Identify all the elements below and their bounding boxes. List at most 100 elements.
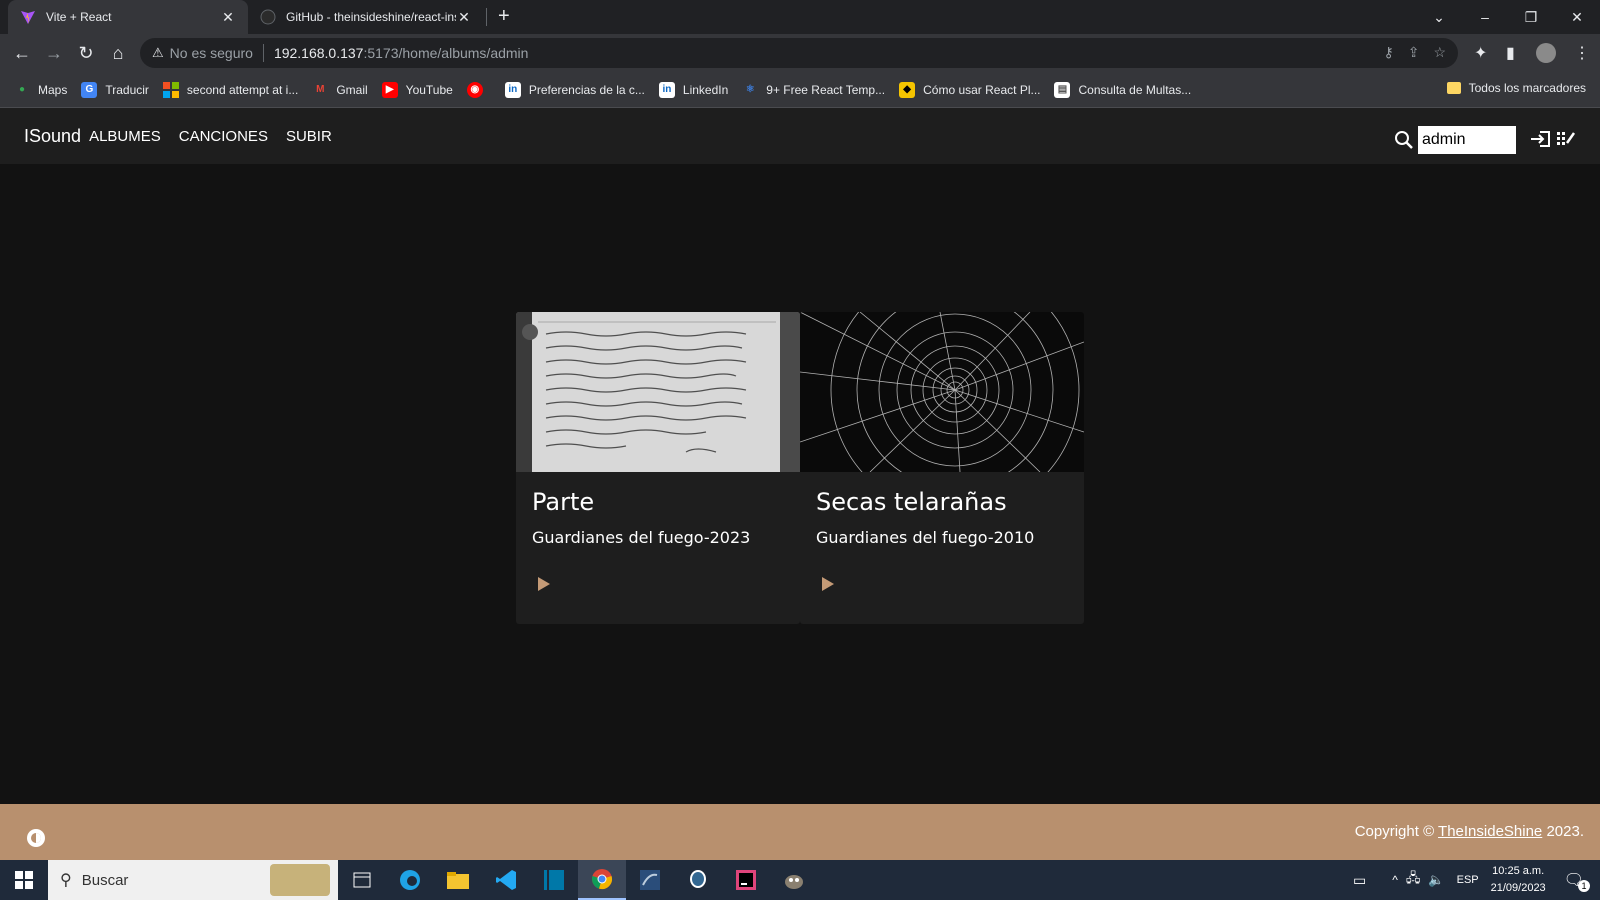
nav-canciones[interactable]: CANCIONES (179, 128, 268, 145)
language-indicator[interactable]: ESP (1457, 874, 1479, 886)
brand-logo[interactable]: ISound (24, 126, 81, 147)
copyright-prefix: Copyright © (1354, 823, 1439, 840)
all-bookmarks[interactable]: Todos los marcadores (1446, 81, 1586, 95)
keyboard-layout-icon[interactable]: ▭ (1353, 872, 1366, 889)
home-icon[interactable]: ⌂ (104, 39, 132, 67)
all-bookmarks-label: Todos los marcadores (1468, 81, 1586, 95)
address-bar[interactable]: ⚠ No es seguro 192.168.0.137:5173/home/a… (140, 38, 1458, 68)
bookmark-react-templates[interactable]: ⚛ 9+ Free React Temp... (742, 82, 885, 98)
folder-icon (1446, 82, 1461, 94)
cat-icon: ◆ (899, 81, 916, 98)
mysql-workbench-icon[interactable] (626, 860, 674, 900)
vscode-icon[interactable] (482, 860, 530, 900)
search-box (1394, 126, 1516, 154)
file-explorer-icon[interactable] (434, 860, 482, 900)
app-navbar: ISound ALBUMES CANCIONES SUBIR (0, 108, 1600, 164)
tab-search-icon[interactable]: ⌄ (1416, 0, 1462, 34)
terminal-icon[interactable] (530, 860, 578, 900)
close-tab-icon[interactable]: ✕ (220, 9, 236, 26)
restore-icon[interactable]: ❐ (1508, 0, 1554, 34)
edge-icon[interactable] (386, 860, 434, 900)
menu-icon[interactable]: ⋮ (1574, 43, 1590, 63)
bookmark-label: 9+ Free React Temp... (766, 82, 886, 97)
youtube-icon: ▶ (381, 81, 398, 98)
bookmark-label: YouTube (405, 82, 453, 97)
bookmark-youtube[interactable]: ▶ YouTube (381, 81, 453, 98)
bookmark-label: second attempt at i... (186, 82, 299, 97)
bookmark-youtube-music[interactable]: ◉ (466, 81, 491, 98)
search-highlight-icon (270, 864, 330, 896)
album-subtitle: Guardianes del fuego-2010 (816, 528, 1035, 547)
extensions-icon[interactable]: ✦ (1474, 43, 1487, 63)
footer: Copyright © TheInsideShine 2023. (0, 804, 1600, 860)
album-subtitle: Guardianes del fuego-2023 (532, 528, 751, 547)
album-card[interactable]: Parte Guardianes del fuego-2023 (516, 312, 800, 624)
main-content: Parte Guardianes del fuego-2023 Secas te… (0, 164, 1600, 804)
notifications-icon[interactable]: 🗨 1 (1564, 870, 1590, 892)
gimp-icon[interactable] (770, 860, 818, 900)
side-panel-icon[interactable]: ▮ (1506, 43, 1515, 63)
login-icon[interactable] (1530, 129, 1552, 154)
album-cover-notebook (516, 312, 800, 472)
forward-icon[interactable]: → (40, 39, 68, 67)
clock-date: 21/09/2023 (1490, 882, 1546, 894)
bookmark-label: Cómo usar React Pl... (923, 82, 1041, 97)
notification-count: 1 (1578, 880, 1590, 892)
search-icon[interactable] (1394, 130, 1414, 150)
play-icon[interactable] (538, 577, 550, 591)
system-tray: ▭ ^ 🖧 🔈 ESP 10:25 a.m. 21/09/2023 🗨 1 (1353, 860, 1600, 900)
clock[interactable]: 10:25 a.m. 21/09/2023 (1491, 863, 1546, 897)
bookmark-maps[interactable]: ● Maps (14, 82, 67, 98)
bookmark-second-attempt[interactable]: second attempt at i... (162, 81, 299, 98)
vite-icon (21, 11, 35, 24)
tab-github[interactable]: GitHub - theinsideshine/react-ins ✕ (248, 0, 484, 34)
bookmark-consulta-multas[interactable]: ▤ Consulta de Multas... (1054, 81, 1192, 98)
microsoft-icon (162, 81, 179, 98)
back-icon[interactable]: ← (8, 39, 36, 67)
volume-icon[interactable]: 🔈 (1428, 872, 1444, 888)
dashboard-icon[interactable] (1556, 129, 1576, 154)
album-card[interactable]: Secas telarañas Guardianes del fuego-201… (800, 312, 1084, 624)
key-icon[interactable]: ⚷ (1383, 44, 1393, 61)
intellij-icon[interactable] (722, 860, 770, 900)
avatar[interactable] (1536, 43, 1556, 63)
album-title: Secas telarañas (816, 488, 1007, 516)
bookmark-label: Maps (38, 82, 68, 97)
url-path: :5173/home/albums/admin (363, 45, 529, 61)
bookmark-react-pl[interactable]: ◆ Cómo usar React Pl... (899, 81, 1041, 98)
tab-divider (486, 8, 487, 26)
bookmark-label: Consulta de Multas... (1078, 82, 1192, 97)
bookmark-traducir[interactable]: G Traducir (81, 81, 149, 98)
tab-vite-react[interactable]: Vite + React ✕ (8, 0, 248, 34)
nav-subir[interactable]: SUBIR (286, 128, 332, 145)
maps-icon: ● (18, 84, 26, 95)
close-tab-icon[interactable]: ✕ (456, 9, 472, 26)
document-icon: ▤ (1054, 81, 1071, 98)
share-icon[interactable]: ⇪ (1408, 44, 1420, 61)
album-grid: Parte Guardianes del fuego-2023 Secas te… (516, 312, 1084, 624)
bookmark-gmail[interactable]: M Gmail (312, 82, 368, 98)
reload-icon[interactable]: ↻ (72, 39, 100, 67)
close-window-icon[interactable]: ✕ (1554, 0, 1600, 34)
nav-albumes[interactable]: ALBUMES (89, 128, 161, 145)
chrome-icon[interactable] (578, 860, 626, 900)
network-icon[interactable]: 🖧 (1406, 869, 1421, 891)
bookmark-linkedin[interactable]: in LinkedIn (658, 81, 728, 98)
windows-start-icon[interactable] (0, 860, 48, 900)
star-icon[interactable]: ☆ (1433, 44, 1446, 61)
task-view-icon[interactable] (338, 860, 386, 900)
search-input[interactable] (1418, 126, 1516, 154)
new-tab-icon[interactable]: + (498, 5, 510, 28)
tab-title: Vite + React (46, 10, 112, 24)
author-link[interactable]: TheInsideShine (1438, 823, 1542, 840)
postgres-icon[interactable] (674, 860, 722, 900)
bookmark-preferencias[interactable]: in Preferencias de la c... (504, 81, 645, 98)
gmail-icon: M (316, 84, 325, 95)
minimize-icon[interactable]: – (1462, 0, 1508, 34)
show-hidden-icons[interactable]: ^ (1392, 873, 1398, 887)
security-label: No es seguro (169, 45, 253, 61)
theme-toggle-icon[interactable] (24, 826, 48, 855)
taskbar-search[interactable]: ⚲ Buscar (48, 860, 338, 900)
bookmark-label: Traducir (105, 82, 149, 97)
play-icon[interactable] (822, 577, 834, 591)
